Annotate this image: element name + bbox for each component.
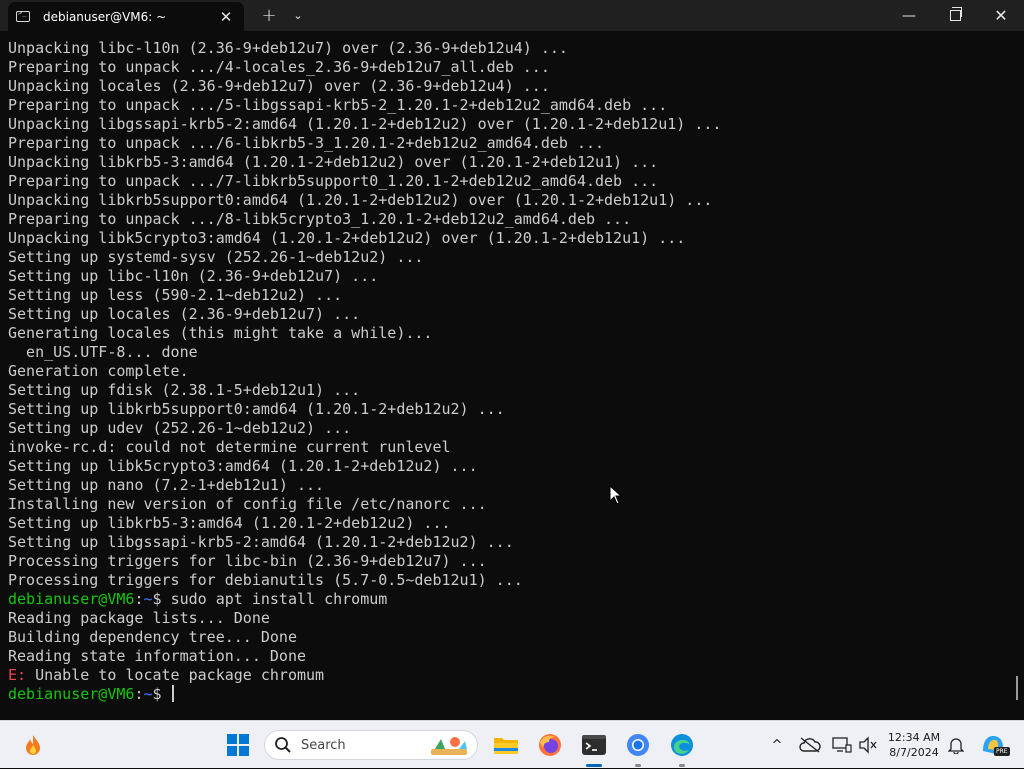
log-line: Generation complete.: [8, 362, 189, 380]
log-line: Preparing to unpack .../4-locales_2.36-9…: [8, 58, 550, 76]
volume-muted-icon[interactable]: [856, 721, 880, 769]
active-prompt[interactable]: debianuser@VM6:~$: [8, 685, 1024, 704]
terminal-tab[interactable]: debianuser@VM6: ~ ✕: [8, 2, 244, 31]
log-line: Unpacking libkrb5-3:amd64 (1.20.1-2+deb1…: [8, 153, 659, 171]
output-line: Reading package lists... Done: [8, 609, 270, 627]
edge-icon[interactable]: [666, 721, 698, 769]
clock-date: 8/7/2024: [889, 746, 939, 759]
copilot-icon[interactable]: PRE: [976, 721, 1010, 769]
title-bar: debianuser@VM6: ~ ✕: [0, 0, 1024, 31]
log-line: Setting up libk5crypto3:amd64 (1.20.1-2+…: [8, 457, 478, 475]
terminal-app-icon[interactable]: [578, 721, 610, 769]
prompt-symbol: $: [152, 590, 171, 608]
search-icon: [275, 737, 291, 753]
error-line: E: Unable to locate package chromum: [8, 666, 1024, 685]
running-indicator: [679, 764, 685, 767]
log-line: Unpacking libc-l10n (2.36-9+deb12u7) ove…: [8, 39, 568, 57]
chevron-down-icon[interactable]: ⌄: [287, 0, 309, 31]
log-line: Setting up libkrb5-3:amd64 (1.20.1-2+deb…: [8, 514, 451, 532]
prompt-user: debianuser@VM6: [8, 685, 135, 703]
onedrive-icon[interactable]: [798, 721, 822, 769]
restore-icon: [949, 7, 962, 21]
command-text: sudo apt install chromum: [170, 590, 388, 608]
search-placeholder: Search: [301, 737, 346, 753]
log-line: Preparing to unpack .../7-libkrb5support…: [8, 172, 659, 190]
close-tab-icon[interactable]: ✕: [216, 8, 236, 26]
network-icon[interactable]: [830, 721, 854, 769]
copilot-badge: PRE: [994, 747, 1010, 756]
chrome-icon[interactable]: [622, 721, 654, 769]
output-line: Reading state information... Done: [8, 647, 307, 665]
search-highlight-icon: [431, 737, 467, 755]
weather-widget-icon[interactable]: [18, 721, 48, 769]
clock[interactable]: 12:34 AM 8/7/2024: [884, 721, 944, 769]
running-indicator: [586, 764, 602, 767]
log-line: Preparing to unpack .../6-libkrb5-3_1.20…: [8, 134, 605, 152]
search-input[interactable]: Search: [264, 730, 478, 760]
error-prefix: E:: [8, 666, 27, 684]
error-message: Unable to locate package chromum: [26, 666, 325, 684]
show-hidden-icons-button[interactable]: ^: [766, 721, 788, 769]
log-line: Generating locales (this might take a wh…: [8, 324, 433, 342]
log-line: Setting up locales (2.36-9+deb12u7) ...: [8, 305, 361, 323]
log-line: Setting up libc-l10n (2.36-9+deb12u7) ..…: [8, 267, 379, 285]
log-line: invoke-rc.d: could not determine current…: [8, 438, 451, 456]
log-line: Processing triggers for libc-bin (2.36-9…: [8, 552, 487, 570]
close-window-button[interactable]: ✕: [978, 0, 1024, 31]
scrollbar[interactable]: [1016, 676, 1018, 700]
mouse-pointer-icon: [609, 485, 623, 505]
output-line: Building dependency tree... Done: [8, 628, 297, 646]
new-tab-button[interactable]: +: [255, 0, 283, 31]
log-line: Setting up systemd-sysv (252.26-1~deb12u…: [8, 248, 424, 266]
terminal-icon: [16, 9, 30, 22]
taskbar: Search ^ 12:34 AM 8/7/2024 PRE: [0, 720, 1024, 768]
log-line: Setting up nano (7.2-1+deb12u1) ...: [8, 476, 325, 494]
maximize-button[interactable]: [932, 0, 978, 31]
minimize-button[interactable]: —: [886, 0, 932, 31]
file-explorer-icon[interactable]: [490, 721, 522, 769]
log-lines: Unpacking libc-l10n (2.36-9+deb12u7) ove…: [8, 39, 1024, 590]
running-indicator: [635, 764, 641, 767]
log-line: Processing triggers for debianutils (5.7…: [8, 571, 523, 589]
log-line: Unpacking libk5crypto3:amd64 (1.20.1-2+d…: [8, 229, 686, 247]
log-line: Unpacking libgssapi-krb5-2:amd64 (1.20.1…: [8, 115, 722, 133]
log-line: Unpacking libkrb5support0:amd64 (1.20.1-…: [8, 191, 713, 209]
firefox-icon[interactable]: [534, 721, 566, 769]
prompt-path: ~: [143, 590, 153, 608]
log-line: Installing new version of config file /e…: [8, 495, 487, 513]
terminal-output[interactable]: Unpacking libc-l10n (2.36-9+deb12u7) ove…: [0, 31, 1024, 720]
log-line: Preparing to unpack .../5-libgssapi-krb5…: [8, 96, 668, 114]
prompt-symbol: $: [152, 685, 171, 703]
log-line: Setting up libgssapi-krb5-2:amd64 (1.20.…: [8, 533, 514, 551]
prompt-user: debianuser@VM6: [8, 590, 135, 608]
notification-bell-icon[interactable]: [944, 721, 968, 769]
text-caret: [171, 685, 174, 702]
command-line: debianuser@VM6:~$ sudo apt install chrom…: [8, 590, 1024, 609]
prompt-path: ~: [143, 685, 153, 703]
log-line: en_US.UTF-8... done: [8, 343, 198, 361]
clock-time: 12:34 AM: [887, 731, 941, 744]
log-line: Setting up udev (252.26-1~deb12u2) ...: [8, 419, 352, 437]
tab-title: debianuser@VM6: ~: [43, 9, 167, 24]
log-line: Setting up fdisk (2.38.1-5+deb12u1) ...: [8, 381, 361, 399]
log-line: Setting up less (590-2.1~deb12u2) ...: [8, 286, 343, 304]
log-line: Setting up libkrb5support0:amd64 (1.20.1…: [8, 400, 505, 418]
log-line: Preparing to unpack .../8-libk5crypto3_1…: [8, 210, 632, 228]
windows-start-icon[interactable]: [222, 721, 254, 769]
log-line: Unpacking locales (2.36-9+deb12u7) over …: [8, 77, 550, 95]
